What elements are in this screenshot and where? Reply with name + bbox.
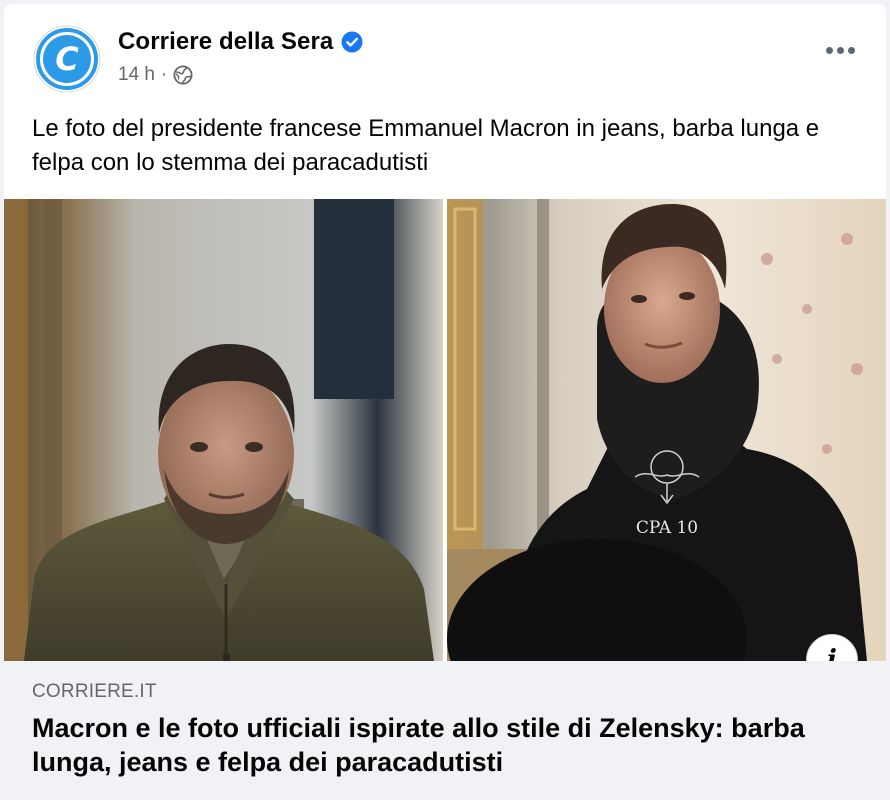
photo-left[interactable] <box>4 199 443 661</box>
photo-right-image: CPA 10 <box>447 199 886 661</box>
corriere-logo-icon: C <box>32 24 102 94</box>
page-name[interactable]: Corriere della Sera <box>118 28 333 56</box>
meta-separator: · <box>160 64 168 85</box>
globe-icon[interactable] <box>173 65 193 85</box>
verified-badge-icon <box>341 31 363 53</box>
post-media[interactable]: CPA 10 <box>4 199 886 661</box>
link-domain: CORRIERE.IT <box>32 681 157 702</box>
link-title[interactable]: Macron e le foto ufficiali ispirate allo… <box>32 711 832 779</box>
page-name-row: Corriere della Sera <box>118 28 363 56</box>
post-timestamp[interactable]: 14 h <box>118 64 155 86</box>
more-options-icon <box>825 46 833 54</box>
photo-left-image <box>4 199 443 661</box>
link-preview[interactable]: CORRIERE.IT Macron e le foto ufficiali i… <box>4 661 886 800</box>
post-message: Le foto del presidente francese Emmanuel… <box>32 115 820 176</box>
page-avatar[interactable]: C <box>32 24 102 94</box>
more-options-icon <box>836 46 844 54</box>
more-options-button[interactable] <box>822 38 858 62</box>
more-options-icon <box>847 46 855 54</box>
hoodie-caption: CPA 10 <box>636 518 698 538</box>
photo-right[interactable]: CPA 10 <box>447 199 886 661</box>
post-meta: 14 h · <box>118 64 193 86</box>
post-card: C Corriere della Sera 14 h · Le foto del… <box>4 4 886 800</box>
svg-text:C: C <box>55 40 79 78</box>
